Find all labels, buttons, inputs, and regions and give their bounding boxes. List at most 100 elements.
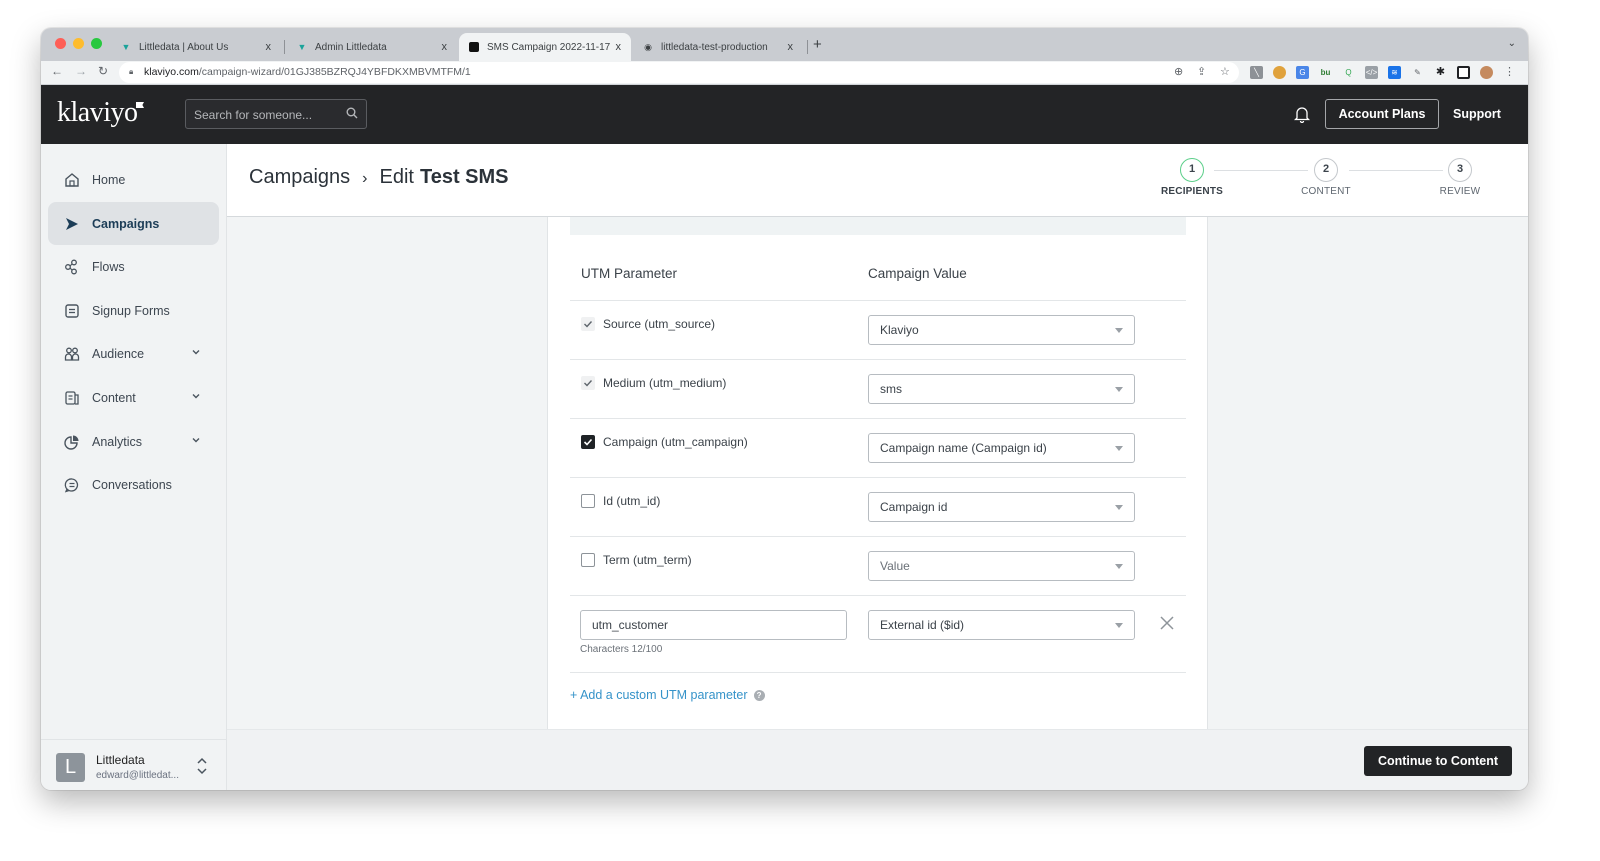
cookie-extension-icon[interactable] <box>1273 66 1286 79</box>
remove-custom-utm-close-icon[interactable] <box>1159 615 1175 631</box>
sidebar-item-label: Home <box>92 172 126 187</box>
browser-tab[interactable]: ◉ littledata-test-production x <box>633 33 803 61</box>
column-header-parameter: UTM Parameter <box>581 266 678 281</box>
chevron-up-down-icon[interactable] <box>196 756 208 776</box>
checkbox-checked[interactable] <box>581 435 595 449</box>
new-tab-button[interactable]: + <box>813 36 822 53</box>
utm-value-select[interactable]: Campaign id <box>868 492 1135 522</box>
browser-menu-icon[interactable]: ⋮ <box>1503 66 1516 79</box>
tab-title: littledata-test-production <box>661 41 768 53</box>
dropdown-caret-icon <box>1115 446 1123 451</box>
continue-to-content-button[interactable]: Continue to Content <box>1364 746 1512 776</box>
builtwith-extension-icon[interactable]: bu <box>1319 66 1332 79</box>
close-window-button[interactable] <box>55 38 66 49</box>
minimize-window-button[interactable] <box>73 38 84 49</box>
conversations-icon <box>64 477 80 493</box>
close-tab-icon[interactable]: x <box>442 41 448 53</box>
sidebar-item-label: Flows <box>92 259 125 274</box>
utm-value-select[interactable]: Value <box>868 551 1135 581</box>
sidebar-item-audience[interactable]: Audience <box>48 332 219 375</box>
edit-extension-icon[interactable]: ✎ <box>1411 66 1424 79</box>
sidebar-item-flows[interactable]: Flows <box>48 245 219 288</box>
custom-utm-value-select[interactable]: External id ($id) <box>868 610 1135 640</box>
search-icon[interactable] <box>346 107 358 119</box>
divider <box>570 359 1186 360</box>
tag-extension-icon[interactable]: ≋ <box>1388 66 1401 79</box>
checkmark-icon <box>584 321 593 328</box>
home-icon <box>64 172 80 188</box>
translate-extension-icon[interactable]: G <box>1296 66 1309 79</box>
extension-icon[interactable]: ╲ <box>1250 66 1263 79</box>
checkmark-icon <box>583 438 593 446</box>
close-tab-icon[interactable]: x <box>788 41 794 53</box>
help-icon[interactable]: ? <box>753 689 765 701</box>
browser-tab[interactable]: ▼ Littledata | About Us x <box>111 33 281 61</box>
sidebar-item-campaigns[interactable]: Campaigns <box>48 202 219 245</box>
flows-icon <box>64 259 80 275</box>
share-icon[interactable]: ⇪ <box>1197 65 1206 78</box>
utm-value-select[interactable]: sms <box>868 374 1135 404</box>
utm-value-select[interactable]: Campaign name (Campaign id) <box>868 433 1135 463</box>
campaigns-icon <box>64 216 80 232</box>
add-custom-utm-link[interactable]: + Add a custom UTM parameter ? <box>570 688 765 702</box>
sidebar-item-label: Audience <box>92 346 145 361</box>
chevron-down-icon[interactable] <box>191 347 201 357</box>
wizard-footer: Continue to Content <box>227 729 1528 790</box>
sidebar-item-home[interactable]: Home <box>48 158 219 201</box>
chevron-down-icon[interactable] <box>191 391 201 401</box>
sidebar-item-signup-forms[interactable]: Signup Forms <box>48 289 219 332</box>
checkbox-unchecked[interactable] <box>581 494 595 508</box>
add-custom-utm-label: + Add a custom UTM parameter <box>570 688 748 702</box>
step-number: 2 <box>1314 158 1338 182</box>
browser-tab[interactable]: ▼ Admin Littledata x <box>287 33 457 61</box>
account-plans-button[interactable]: Account Plans <box>1325 99 1439 129</box>
search-extension-icon[interactable]: Q <box>1342 66 1355 79</box>
sidebar-item-analytics[interactable]: Analytics <box>48 420 219 463</box>
klaviyo-logo[interactable]: klaviyo <box>57 97 138 129</box>
url-text[interactable]: klaviyo.com/campaign-wizard/01GJ385BZRQJ… <box>144 66 471 78</box>
side-panel-icon[interactable] <box>1457 66 1470 79</box>
code-extension-icon[interactable]: </> <box>1365 66 1378 79</box>
extensions-puzzle-icon[interactable]: ✱ <box>1434 66 1447 79</box>
account-email: edward@littledat... <box>96 770 179 781</box>
step-content[interactable]: 2 CONTENT <box>1286 158 1366 197</box>
breadcrumb-campaigns-link[interactable]: Campaigns <box>249 166 350 189</box>
maximize-window-button[interactable] <box>91 38 102 49</box>
browser-tab-active[interactable]: SMS Campaign 2022-11-17 11: x <box>459 33 631 61</box>
utm-value-select[interactable]: Klaviyo <box>868 315 1135 345</box>
checkbox-unchecked[interactable] <box>581 553 595 567</box>
step-recipients[interactable]: 1 RECIPIENTS <box>1152 158 1232 197</box>
step-label: REVIEW <box>1439 186 1481 197</box>
bookmark-star-icon[interactable]: ☆ <box>1220 65 1230 78</box>
close-tab-icon[interactable]: x <box>616 41 622 53</box>
sidebar: Home Campaigns Flows Signup Forms Audien… <box>41 144 227 790</box>
zoom-icon[interactable]: ⊕ <box>1174 65 1183 78</box>
tab-search-chevron-icon[interactable]: ⌄ <box>1508 38 1516 49</box>
notification-bell-icon[interactable] <box>1294 105 1310 123</box>
sidebar-item-conversations[interactable]: Conversations <box>48 463 219 506</box>
back-arrow-icon[interactable]: ← <box>51 64 63 78</box>
custom-utm-name-input[interactable]: utm_customer <box>580 610 847 640</box>
sidebar-item-label: Content <box>92 390 136 405</box>
divider <box>570 672 1186 673</box>
account-name: Littledata <box>96 753 145 767</box>
analytics-icon <box>64 434 80 450</box>
step-review[interactable]: 3 REVIEW <box>1420 158 1500 197</box>
tab-divider <box>284 40 285 54</box>
sidebar-item-content[interactable]: Content <box>48 376 219 419</box>
checkmark-icon <box>584 380 593 387</box>
support-link[interactable]: Support <box>1453 107 1501 121</box>
profile-avatar[interactable] <box>1480 66 1493 79</box>
forward-arrow-icon[interactable]: → <box>75 64 87 78</box>
select-value: Campaign id <box>880 500 948 514</box>
reload-icon[interactable]: ↻ <box>98 64 108 78</box>
chevron-down-icon[interactable] <box>191 435 201 445</box>
search-input[interactable]: Search for someone... <box>185 99 367 129</box>
audience-icon <box>64 346 80 362</box>
account-switcher[interactable]: L Littledata edward@littledat... <box>41 739 227 790</box>
browser-window: ▼ Littledata | About Us x ▼ Admin Little… <box>41 28 1528 790</box>
divider <box>570 536 1186 537</box>
address-bar[interactable]: 🔒︎ klaviyo.com/campaign-wizard/01GJ385BZ… <box>119 62 1239 83</box>
close-tab-icon[interactable]: x <box>266 41 272 53</box>
step-label: CONTENT <box>1301 186 1351 197</box>
